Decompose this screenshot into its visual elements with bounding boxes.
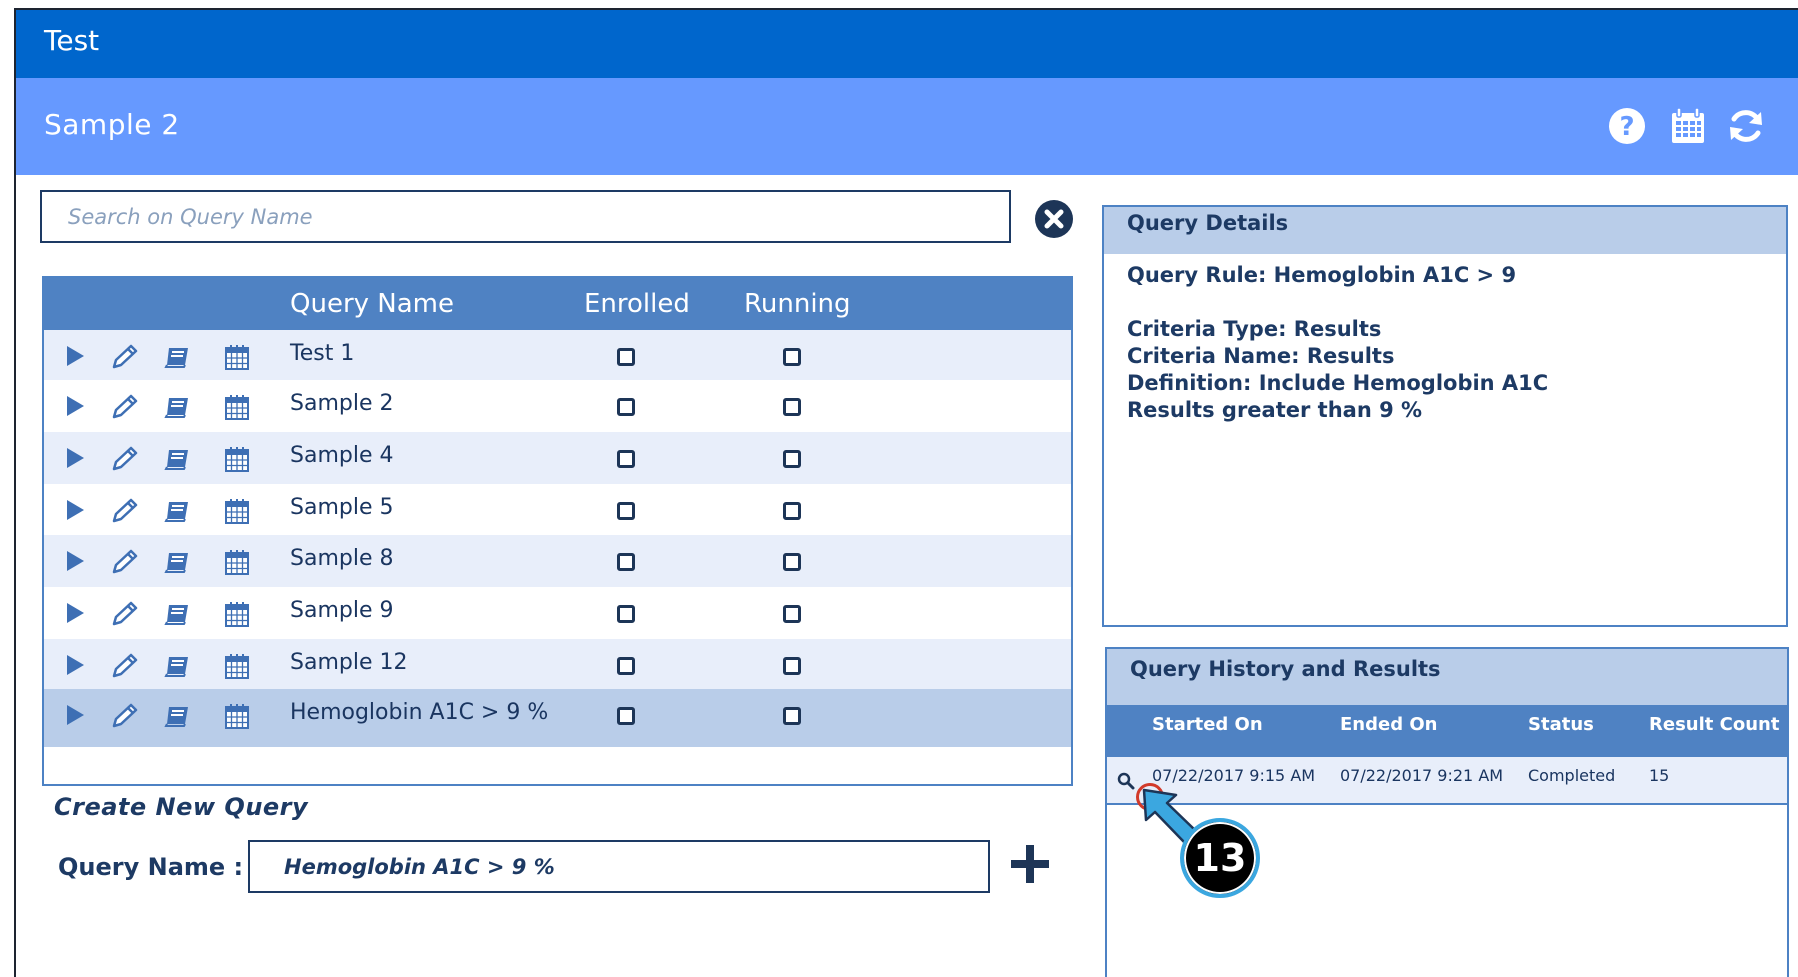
query-row[interactable]: Sample 9 (44, 587, 1071, 645)
play-icon[interactable] (64, 497, 86, 523)
query-name[interactable]: Sample 2 (290, 391, 393, 416)
history-started-on: 07/22/2017 9:15 AM (1152, 766, 1316, 785)
column-header-enrolled[interactable]: Enrolled (584, 289, 690, 319)
query-row[interactable]: Sample 8 (44, 535, 1071, 593)
calendar-icon[interactable] (224, 445, 250, 473)
play-icon[interactable] (64, 548, 86, 574)
pencil-icon[interactable] (110, 652, 140, 680)
query-name[interactable]: Sample 9 (290, 598, 393, 623)
query-details-title: Query Details (1127, 211, 1289, 235)
history-result-count: 15 (1649, 766, 1670, 785)
pencil-icon[interactable] (110, 393, 140, 421)
enrolled-checkbox[interactable] (617, 553, 635, 571)
query-table-header (44, 278, 1071, 330)
running-checkbox[interactable] (783, 707, 801, 725)
query-history-title: Query History and Results (1130, 657, 1441, 681)
calendar-icon[interactable] (224, 548, 250, 576)
plus-icon (1011, 845, 1049, 883)
play-icon[interactable] (64, 343, 86, 369)
magnifier-icon[interactable] (1117, 772, 1135, 790)
column-header-ended-on[interactable]: Ended On (1340, 714, 1437, 735)
history-ended-on: 07/22/2017 9:21 AM (1340, 766, 1504, 785)
running-checkbox[interactable] (783, 450, 801, 468)
calendar-icon[interactable] (224, 497, 250, 525)
book-icon[interactable] (164, 652, 192, 678)
play-icon[interactable] (64, 702, 86, 728)
criteria-name-text: Criteria Name: Results (1127, 344, 1395, 368)
enrolled-checkbox[interactable] (617, 348, 635, 366)
create-query-title: Create New Query (54, 793, 309, 821)
column-header-status[interactable]: Status (1528, 714, 1594, 735)
close-icon (1044, 209, 1064, 229)
calendar-icon[interactable] (224, 702, 250, 730)
query-row[interactable]: Hemoglobin A1C > 9 % (44, 689, 1071, 747)
calendar-icon[interactable] (1668, 106, 1708, 146)
book-icon[interactable] (164, 445, 192, 471)
book-icon[interactable] (164, 393, 192, 419)
query-row[interactable]: Sample 5 (44, 484, 1071, 542)
pencil-icon[interactable] (110, 343, 140, 371)
query-name-input[interactable] (248, 840, 990, 893)
calendar-icon[interactable] (224, 393, 250, 421)
enrolled-checkbox[interactable] (617, 657, 635, 675)
query-rule-text: Query Rule: Hemoglobin A1C > 9 (1127, 263, 1517, 287)
query-name[interactable]: Hemoglobin A1C > 9 % (290, 700, 548, 725)
play-icon[interactable] (64, 393, 86, 419)
query-name[interactable]: Sample 12 (290, 650, 407, 675)
book-icon[interactable] (164, 343, 192, 369)
pencil-icon[interactable] (110, 445, 140, 473)
book-icon[interactable] (164, 702, 192, 728)
running-checkbox[interactable] (783, 348, 801, 366)
enrolled-checkbox[interactable] (617, 398, 635, 416)
running-checkbox[interactable] (783, 605, 801, 623)
history-status: Completed (1528, 766, 1616, 785)
definition-text: Definition: Include Hemoglobin A1C (1127, 371, 1549, 395)
column-header-started-on[interactable]: Started On (1152, 714, 1263, 735)
running-checkbox[interactable] (783, 502, 801, 520)
column-header-running[interactable]: Running (744, 289, 851, 319)
page-title: Sample 2 (44, 108, 180, 141)
search-input[interactable] (40, 190, 1011, 243)
enrolled-checkbox[interactable] (617, 707, 635, 725)
running-checkbox[interactable] (783, 657, 801, 675)
pencil-icon[interactable] (110, 548, 140, 576)
annotation-step-badge: 13 (1180, 818, 1260, 898)
page-header (16, 78, 1798, 175)
query-name[interactable]: Sample 8 (290, 546, 393, 571)
clear-search-button[interactable] (1035, 200, 1073, 238)
query-name-label: Query Name : (58, 853, 244, 881)
app-title: Test (44, 24, 100, 57)
pencil-icon[interactable] (110, 702, 140, 730)
play-icon[interactable] (64, 652, 86, 678)
column-header-result-count[interactable]: Result Count (1649, 714, 1779, 735)
running-checkbox[interactable] (783, 553, 801, 571)
query-row[interactable]: Sample 2 (44, 380, 1071, 438)
refresh-icon[interactable] (1726, 106, 1766, 146)
enrolled-checkbox[interactable] (617, 502, 635, 520)
pencil-icon[interactable] (110, 600, 140, 628)
results-text: Results greater than 9 % (1127, 398, 1423, 422)
calendar-icon[interactable] (224, 343, 250, 371)
title-bar (16, 10, 1798, 78)
column-header-query-name[interactable]: Query Name (290, 289, 454, 319)
calendar-icon[interactable] (224, 600, 250, 628)
query-name[interactable]: Test 1 (290, 341, 354, 366)
play-icon[interactable] (64, 445, 86, 471)
calendar-icon[interactable] (224, 652, 250, 680)
query-name[interactable]: Sample 5 (290, 495, 393, 520)
enrolled-checkbox[interactable] (617, 605, 635, 623)
play-icon[interactable] (64, 600, 86, 626)
query-row[interactable]: Sample 4 (44, 432, 1071, 490)
book-icon[interactable] (164, 497, 192, 523)
criteria-type-text: Criteria Type: Results (1127, 317, 1382, 341)
book-icon[interactable] (164, 600, 192, 626)
pencil-icon[interactable] (110, 497, 140, 525)
query-name[interactable]: Sample 4 (290, 443, 393, 468)
help-icon[interactable]: ? (1607, 106, 1647, 146)
svg-text:?: ? (1619, 112, 1634, 142)
running-checkbox[interactable] (783, 398, 801, 416)
add-query-button[interactable] (1008, 842, 1052, 886)
enrolled-checkbox[interactable] (617, 450, 635, 468)
book-icon[interactable] (164, 548, 192, 574)
